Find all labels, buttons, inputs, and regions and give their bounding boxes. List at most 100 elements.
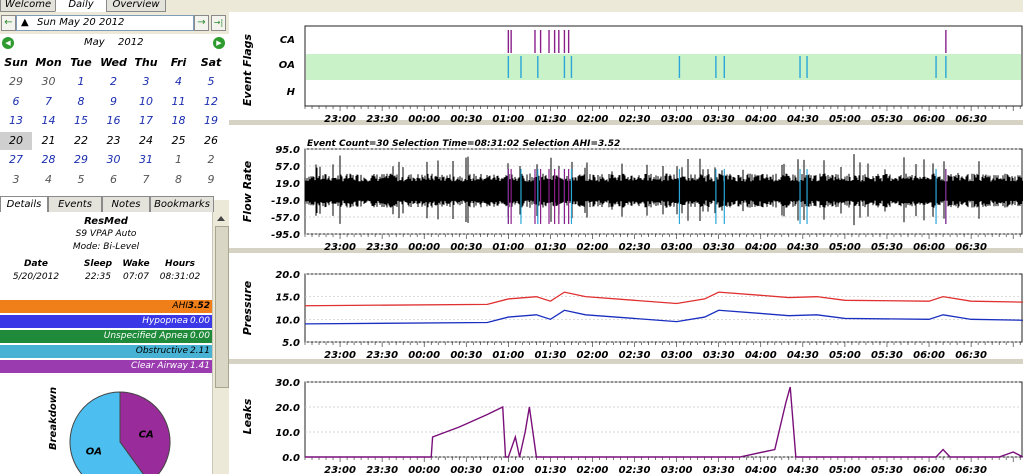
calendar-day[interactable]: 4	[163, 73, 195, 91]
calendar-day[interactable]: 1	[65, 73, 97, 91]
calendar-day[interactable]: 18	[163, 112, 195, 130]
calendar-day[interactable]: 23	[98, 132, 130, 150]
tab-details[interactable]: Details	[0, 196, 48, 213]
x-tick-label: 04:30	[787, 114, 819, 125]
x-tick-label: 00:00	[408, 350, 440, 361]
x-tick-label: 06:00	[913, 350, 945, 361]
x-tick-label: 05:00	[829, 465, 861, 474]
x-tick-label: 02:00	[577, 465, 609, 474]
calendar-day[interactable]: 30	[98, 151, 130, 169]
dropdown-triangle-icon[interactable]: ▲	[21, 16, 29, 30]
tab-bookmarks[interactable]: Bookmarks	[150, 196, 214, 213]
y-tick-label: 10.0	[275, 428, 300, 439]
calendar-day[interactable]: 5	[65, 171, 97, 189]
event-flags-graph: 23:00 23:30 00:00 00:30 01:00 01:30 02:00 02:30…	[241, 25, 1023, 125]
calendar-day[interactable]: 7	[130, 171, 162, 189]
calendar-day[interactable]: 28	[33, 151, 65, 169]
calendar-day[interactable]: 31	[130, 151, 162, 169]
y-tick-label: 20.0	[275, 403, 300, 414]
calendar-day[interactable]: 11	[163, 93, 195, 111]
calendar-day[interactable]: 27	[0, 151, 32, 169]
calendar-day[interactable]: 7	[33, 93, 65, 111]
calendar-day[interactable]: 29	[0, 73, 32, 91]
y-axis-title: Pressure	[241, 280, 254, 335]
calendar-day[interactable]: 6	[98, 171, 130, 189]
calendar-header: ◀ May 2012 ▶	[0, 37, 229, 51]
x-tick-label: 04:30	[787, 350, 819, 361]
calendar-day[interactable]: 15	[65, 112, 97, 130]
calendar-day[interactable]: 8	[163, 171, 195, 189]
x-tick-label: 23:30	[366, 350, 398, 361]
forward-arrow-icon[interactable]: →	[194, 15, 209, 31]
x-tick-label: 02:00	[577, 242, 609, 253]
latest-day-icon[interactable]: →|	[211, 15, 226, 31]
calendar-day[interactable]: 13	[0, 112, 32, 130]
x-tick-label: 03:30	[703, 465, 735, 474]
tab-welcome[interactable]: Welcome	[0, 0, 56, 12]
x-tick-label: 23:00	[324, 114, 356, 125]
tab-notes[interactable]: Notes	[102, 196, 150, 213]
calendar-day[interactable]: 2	[195, 151, 227, 169]
calendar-day[interactable]: 12	[195, 93, 227, 111]
calendar-month[interactable]: May	[84, 37, 105, 48]
x-tick-label: 04:00	[745, 242, 777, 253]
left-panel: ← ▲ Sun May 20 2012 → →| ◀ May 2012 ▶ Su…	[0, 12, 230, 474]
calendar-day[interactable]: 30	[33, 73, 65, 91]
x-tick-label: 23:30	[366, 114, 398, 125]
x-tick-label: 02:30	[619, 114, 651, 125]
index-label: Unspecified Apnea	[103, 331, 188, 341]
machine-mode: Mode: Bi-Level	[72, 242, 140, 252]
session-header: Date	[24, 259, 48, 269]
calendar-day[interactable]: 16	[98, 112, 130, 130]
date-picker[interactable]: ▲ Sun May 20 2012	[16, 15, 194, 31]
calendar-day[interactable]: 21	[33, 132, 65, 150]
tab-overview[interactable]: Overview	[106, 0, 166, 12]
x-tick-label: 23:30	[366, 242, 398, 253]
calendar-day[interactable]: 6	[0, 93, 32, 111]
prev-month-icon[interactable]: ◀	[2, 37, 14, 49]
scroll-up-icon[interactable]	[217, 216, 225, 221]
y-tick-label: -19.0	[271, 196, 300, 207]
x-tick-label: 05:30	[871, 114, 903, 125]
tab-events[interactable]: Events	[48, 196, 102, 213]
breakdown-pie-chart: Breakdown CA OA	[48, 387, 171, 474]
calendar-weekdays: Sun Mon Tue Wed Thu Fri Sat	[0, 56, 229, 70]
calendar-day[interactable]: 26	[195, 132, 227, 150]
y-tick-label: 10.0	[275, 315, 300, 326]
index-value: 2.11	[189, 346, 210, 356]
calendar-day[interactable]: 3	[130, 73, 162, 91]
calendar-day[interactable]: 19	[195, 112, 227, 130]
calendar-day[interactable]: 10	[130, 93, 162, 111]
calendar-day[interactable]: 9	[98, 93, 130, 111]
calendar-day[interactable]: 5	[195, 73, 227, 91]
calendar-weekday: Sat	[200, 56, 222, 69]
calendar-year[interactable]: 2012	[118, 37, 143, 48]
calendar-day[interactable]: 2	[98, 73, 130, 91]
main-tab-bar: Welcome Daily Overview	[0, 0, 1023, 12]
calendar-day[interactable]: 8	[65, 93, 97, 111]
calendar-day[interactable]: 20	[0, 131, 32, 150]
scroll-thumb[interactable]	[215, 226, 229, 388]
x-tick-label: 03:00	[661, 350, 693, 361]
flag-row-label: OA	[279, 60, 295, 71]
calendar-day[interactable]: 1	[163, 151, 195, 169]
details-scrollbar[interactable]	[212, 212, 230, 474]
calendar-day[interactable]: 24	[130, 132, 162, 150]
x-tick-label: 23:00	[324, 465, 356, 474]
graphs-panel: 23:00 23:30 00:00 00:30 01:00 01:30 02:00 02:30…	[229, 12, 1023, 474]
calendar-day[interactable]: 17	[130, 112, 162, 130]
calendar-day[interactable]: 22	[65, 132, 97, 150]
x-tick-label: 02:00	[577, 350, 609, 361]
x-tick-label: 03:00	[661, 465, 693, 474]
next-month-icon[interactable]: ▶	[213, 37, 225, 49]
y-axis-title: Flow Rate	[241, 160, 254, 222]
tab-daily[interactable]: Daily	[55, 0, 107, 12]
calendar-day[interactable]: 4	[33, 171, 65, 189]
calendar-day[interactable]: 29	[65, 151, 97, 169]
calendar-day[interactable]: 3	[0, 171, 32, 189]
x-tick-label: 00:00	[408, 114, 440, 125]
calendar-day[interactable]: 14	[33, 112, 65, 130]
calendar-day[interactable]: 25	[163, 132, 195, 150]
back-arrow-icon[interactable]: ←	[1, 15, 16, 31]
calendar-day[interactable]: 9	[195, 171, 227, 189]
